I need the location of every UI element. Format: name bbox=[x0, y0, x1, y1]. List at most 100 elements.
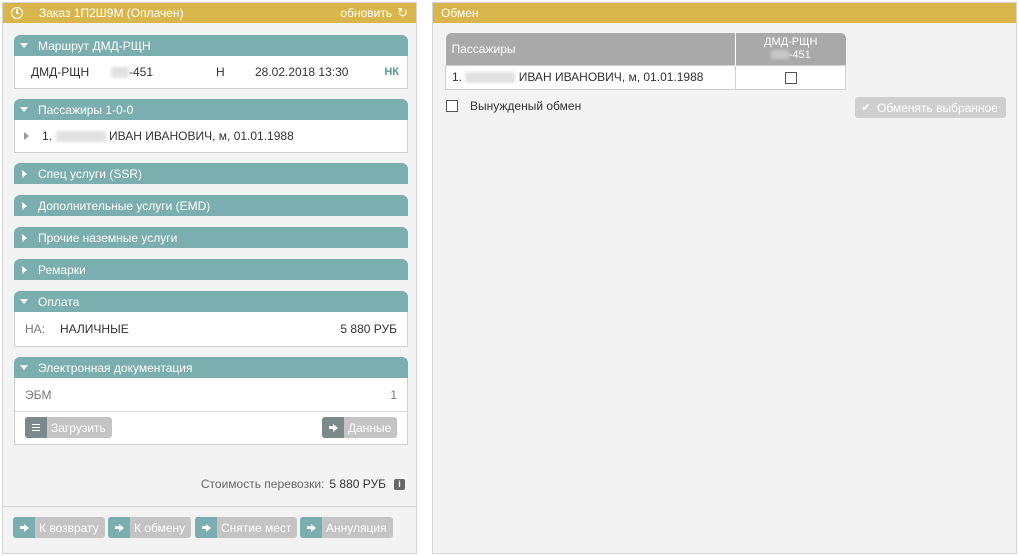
edocs-header-label: Электронная документация bbox=[38, 360, 193, 375]
payment-type-name: НАЛИЧНЫЕ bbox=[60, 322, 129, 336]
ssr-header-label: Спец услуги (SSR) bbox=[38, 166, 142, 181]
total-value: 5 880 РУБ bbox=[329, 477, 386, 491]
edocs-label: ЭБМ bbox=[25, 387, 52, 402]
route-segment: ДМД-РЩН bbox=[31, 65, 90, 79]
payment-type-code: НА: bbox=[25, 322, 46, 336]
edocs-count: 1 bbox=[390, 387, 397, 402]
passenger-surname-redacted bbox=[56, 130, 107, 142]
exchange-button[interactable]: К обмену bbox=[108, 517, 192, 538]
info-icon[interactable]: i bbox=[394, 478, 405, 490]
arrow-right-icon bbox=[195, 517, 217, 538]
expand-icon[interactable] bbox=[24, 132, 29, 140]
remarks-section-header[interactable]: Ремарки bbox=[14, 259, 408, 280]
total-row: Стоимость перевозки: 5 880 РУБ i bbox=[201, 477, 405, 491]
exchange-table: Пассажиры ДМД-РЩН -451 1. ИВАН ИВАНОВИЧ,… bbox=[445, 33, 846, 90]
airline-code-redacted bbox=[111, 66, 129, 78]
route-header-label: Маршрут ДМД-РЩН bbox=[38, 38, 151, 53]
col-segment-route: ДМД-РЩН bbox=[764, 35, 818, 48]
clock-icon bbox=[11, 7, 23, 19]
exchange-header: Обмен bbox=[433, 3, 1016, 23]
upload-button[interactable]: Загрузить bbox=[25, 417, 112, 438]
arrow-right-icon bbox=[13, 517, 35, 538]
exchange-passenger-number: 1. bbox=[452, 70, 463, 84]
refresh-label: обновить bbox=[340, 6, 393, 20]
passengers-section-header[interactable]: Пассажиры 1-0-0 bbox=[14, 99, 408, 120]
emd-header-label: Дополнительные услуги (EMD) bbox=[38, 198, 211, 213]
data-button[interactable]: Данные bbox=[322, 417, 398, 438]
remarks-section: Ремарки bbox=[14, 259, 408, 280]
ssr-section: Спец услуги (SSR) bbox=[14, 163, 408, 184]
list-icon bbox=[25, 417, 47, 438]
table-row: 1. ИВАН ИВАНОВИЧ, м, 01.01.1988 bbox=[445, 64, 846, 90]
payment-section-header[interactable]: Оплата bbox=[14, 291, 408, 312]
segment-checkbox[interactable] bbox=[784, 71, 797, 84]
collapse-icon bbox=[20, 43, 28, 48]
order-body: Маршрут ДМД-РЩН ДМД-РЩН -451 Н 28.02.201… bbox=[3, 23, 416, 553]
remarks-header-label: Ремарки bbox=[38, 262, 86, 277]
order-header: Заказ 1П2Ш9М (Оплачен) обновить ↻ bbox=[3, 3, 416, 23]
passenger-row[interactable]: 1. ИВАН ИВАНОВИЧ, м, 01.01.1988 bbox=[15, 120, 407, 152]
footer-divider bbox=[3, 506, 416, 507]
col-passengers: Пассажиры bbox=[445, 33, 736, 65]
payment-row: НА: НАЛИЧНЫЕ 5 880 РУБ bbox=[15, 312, 407, 346]
departure-datetime: 28.02.2018 13:30 bbox=[255, 65, 349, 79]
order-title: Заказ 1П2Ш9М (Оплачен) bbox=[39, 6, 184, 20]
arrow-right-icon bbox=[322, 417, 344, 438]
col-segment: ДМД-РЩН -451 bbox=[735, 33, 846, 65]
exchange-table-header: Пассажиры ДМД-РЩН -451 bbox=[445, 33, 846, 65]
order-panel: Заказ 1П2Ш9М (Оплачен) обновить ↻ Маршру… bbox=[2, 2, 417, 554]
segment-status: НК bbox=[384, 66, 399, 78]
collapse-icon bbox=[20, 107, 28, 112]
collapse-icon bbox=[20, 365, 28, 370]
forced-exchange-checkbox[interactable] bbox=[446, 100, 458, 112]
exchange-passenger-name: ИВАН ИВАНОВИЧ, м, 01.01.1988 bbox=[518, 70, 704, 84]
edocs-section-header[interactable]: Электронная документация bbox=[14, 357, 408, 378]
total-label: Стоимость перевозки: bbox=[200, 477, 325, 491]
payment-amount: 5 880 РУБ bbox=[340, 322, 397, 336]
arrow-right-icon bbox=[108, 517, 130, 538]
expand-icon bbox=[22, 169, 27, 178]
payment-section-body: НА: НАЛИЧНЫЕ 5 880 РУБ bbox=[14, 312, 408, 347]
edocs-row: ЭБМ 1 bbox=[15, 378, 407, 412]
passenger-name: ИВАН ИВАНОВИЧ, м, 01.01.1988 bbox=[109, 129, 294, 143]
edocs-section-body: ЭБМ 1 Загрузить Данные bbox=[14, 378, 408, 445]
payment-header-label: Оплата bbox=[38, 294, 80, 309]
seat-release-button[interactable]: Снятие мест bbox=[195, 517, 298, 538]
expand-icon bbox=[22, 265, 27, 274]
forced-exchange-label: Вынужденый обмен bbox=[470, 99, 582, 113]
exchange-selected-button[interactable]: ✔ Обменять выбранное bbox=[855, 97, 1006, 118]
route-section-header[interactable]: Маршрут ДМД-РЩН bbox=[14, 35, 408, 56]
cancel-button[interactable]: Аннуляция bbox=[300, 517, 393, 538]
arrow-right-icon bbox=[300, 517, 322, 538]
route-segment-row: ДМД-РЩН -451 Н 28.02.2018 13:30 НК bbox=[15, 56, 407, 88]
booking-class: Н bbox=[216, 65, 225, 79]
passengers-section: Пассажиры 1-0-0 1. ИВАН ИВАНОВИЧ, м, 01.… bbox=[14, 99, 408, 153]
expand-icon bbox=[22, 233, 27, 242]
check-icon: ✔ bbox=[861, 102, 871, 114]
route-section-body: ДМД-РЩН -451 Н 28.02.2018 13:30 НК bbox=[14, 56, 408, 89]
ssr-section-header[interactable]: Спец услуги (SSR) bbox=[14, 163, 408, 184]
route-section: Маршрут ДМД-РЩН ДМД-РЩН -451 Н 28.02.201… bbox=[14, 35, 408, 89]
exchange-passenger-cell: 1. ИВАН ИВАНОВИЧ, м, 01.01.1988 bbox=[445, 64, 736, 90]
exchange-title: Обмен bbox=[441, 6, 479, 20]
forced-exchange-row: Вынужденый обмен bbox=[446, 99, 581, 113]
exchange-panel: Обмен Пассажиры ДМД-РЩН -451 1. ИВАН ИВА… bbox=[432, 2, 1017, 554]
ground-services-section-header[interactable]: Прочие наземные услуги bbox=[14, 227, 408, 248]
emd-section-header[interactable]: Дополнительные услуги (EMD) bbox=[14, 195, 408, 216]
passenger-number: 1. bbox=[42, 129, 53, 143]
ground-services-header-label: Прочие наземные услуги bbox=[38, 230, 178, 245]
expand-icon bbox=[22, 201, 27, 210]
flight-number: -451 bbox=[129, 65, 154, 79]
emd-section: Дополнительные услуги (EMD) bbox=[14, 195, 408, 216]
exchange-segment-cell bbox=[735, 64, 846, 90]
refresh-button[interactable]: обновить ↻ bbox=[340, 5, 408, 21]
refresh-icon: ↻ bbox=[397, 5, 408, 20]
refund-button[interactable]: К возврату bbox=[13, 517, 105, 538]
ground-services-section: Прочие наземные услуги bbox=[14, 227, 408, 248]
col-airline-redacted bbox=[770, 50, 789, 60]
payment-section: Оплата НА: НАЛИЧНЫЕ 5 880 РУБ bbox=[14, 291, 408, 347]
passengers-header-label: Пассажиры 1-0-0 bbox=[38, 102, 134, 117]
collapse-icon bbox=[20, 299, 28, 304]
passengers-section-body: 1. ИВАН ИВАНОВИЧ, м, 01.01.1988 bbox=[14, 120, 408, 153]
exchange-passenger-surname-redacted bbox=[465, 72, 516, 84]
